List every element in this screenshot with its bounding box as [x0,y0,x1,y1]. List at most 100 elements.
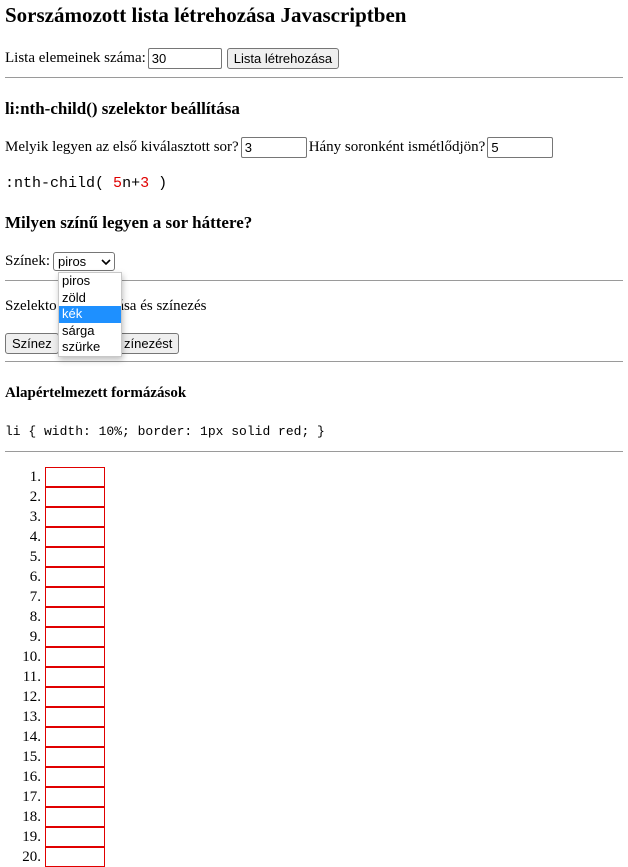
defaults-code: li { width: 10%; border: 1px solid red; … [5,424,325,439]
list-item-number: 14. [22,729,41,745]
list-item-number: 17. [22,789,41,805]
list-item: 12. [0,687,105,707]
apply-label-right: zása és színezés [110,298,207,314]
defaults-heading: Alapértelmezett formázások [5,385,187,401]
list-item-number: 15. [22,749,41,765]
list-item-box [45,587,105,607]
color-option-kek[interactable]: kék [59,306,121,323]
color-select[interactable]: piros [53,252,115,271]
selector-row: Melyik legyen az első kiválasztott sor? … [5,137,555,158]
list-item-box [45,767,105,787]
list-item-box [45,707,105,727]
color-option-zold[interactable]: zöld [59,290,121,307]
list-item: 15. [0,747,105,767]
formula-a: 5 [113,175,123,192]
list-item-box [45,787,105,807]
list-item: 4. [0,527,105,547]
list-item-number: 19. [22,829,41,845]
list-item-number: 9. [29,629,41,645]
selector-formula: :nth-child( 5 n+ 3 ) [5,175,167,192]
list-item-number: 13. [22,709,41,725]
list-item: 10. [0,647,105,667]
list-item-number: 16. [22,769,41,785]
list-item-number: 3. [29,509,41,525]
list-item: 18. [0,807,105,827]
selector-heading: li:nth-child() szelektor beállítása [5,99,240,118]
first-row-input[interactable] [240,137,307,158]
list-item-box [45,647,105,667]
list-item-number: 4. [29,529,41,545]
apply-label-left: Szelekto [5,298,57,314]
list-item: 19. [0,827,105,847]
list-item: 3. [0,507,105,527]
list-item-box [45,607,105,627]
list-item-number: 18. [22,809,41,825]
list-item-number: 5. [29,549,41,565]
list-item-number: 8. [29,609,41,625]
divider [5,77,623,78]
color-heading: Milyen színű legyen a sor háttere? [5,213,253,232]
chevron-down-icon [101,258,111,265]
list-item: 6. [0,567,105,587]
list-item: 16. [0,767,105,787]
page-title: Sorszámozott lista létrehozása Javascrip… [5,3,407,27]
formula-b: 3 [140,175,150,192]
repeat-label: Hány soronként ismétlődjön? [308,139,486,155]
formula-prefix: :nth-child( [5,175,105,192]
list-item-number: 6. [29,569,41,585]
color-apply-button[interactable]: Színez [5,333,59,354]
list-item-box [45,727,105,747]
defaults-code-text: li { width: 10%; border: 1px solid red; … [5,424,325,439]
list-item: 9. [0,627,105,647]
list-item-box [45,467,105,487]
color-select-value: piros [58,254,87,269]
color-option-sarga[interactable]: sárga [59,323,121,340]
divider [5,361,623,362]
first-row-label: Melyik legyen az első kiválasztott sor? [5,139,239,155]
count-row: Lista elemeinek száma: Lista létrehozása [5,48,340,69]
formula-n-plus: n+ [122,175,141,192]
list-item-box [45,487,105,507]
list-item-box [45,807,105,827]
list-item: 2. [0,487,105,507]
list-item-box [45,627,105,647]
count-input[interactable] [147,48,222,69]
list-item: 13. [0,707,105,727]
list-item-box [45,667,105,687]
list-item-number: 11. [22,669,41,685]
list-item: 5. [0,547,105,567]
color-option-szurke[interactable]: szürke [59,339,121,356]
list-item: 20. [0,847,105,867]
list-item: 14. [0,727,105,747]
formula-space [104,175,113,192]
list-item-box [45,847,105,867]
list-item-number: 10. [22,649,41,665]
list-item-box [45,567,105,587]
list-item-number: 7. [29,589,41,605]
color-dropdown: piros zöld kék sárga szürke [58,272,122,357]
repeat-input[interactable] [487,137,554,158]
list-item: 11. [0,667,105,687]
color-row: Színek: piros [5,252,115,271]
list-item-number: 20. [22,849,41,865]
divider [5,451,623,452]
color-label: Színek: [5,253,50,269]
list-item-number: 1. [29,469,41,485]
list-item-box [45,547,105,567]
list-item-number: 12. [22,689,41,705]
create-list-button[interactable]: Lista létrehozása [226,48,340,69]
list-item: 7. [0,587,105,607]
color-option-piros[interactable]: piros [59,273,121,290]
list-item-box [45,827,105,847]
list-item-box [45,687,105,707]
list-item: 8. [0,607,105,627]
list-item-box [45,527,105,547]
list-item-box [45,507,105,527]
list-item-box [45,747,105,767]
list-item: 1. [0,467,105,487]
list-item-number: 2. [29,489,41,505]
formula-space-2 [149,175,158,192]
formula-suffix: ) [158,175,168,192]
count-label: Lista elemeinek száma: [5,50,146,66]
numbered-list: 1. 2. 3. 4. 5. 6. 7. 8. 9. 10. 11. 12. 1… [0,467,105,867]
